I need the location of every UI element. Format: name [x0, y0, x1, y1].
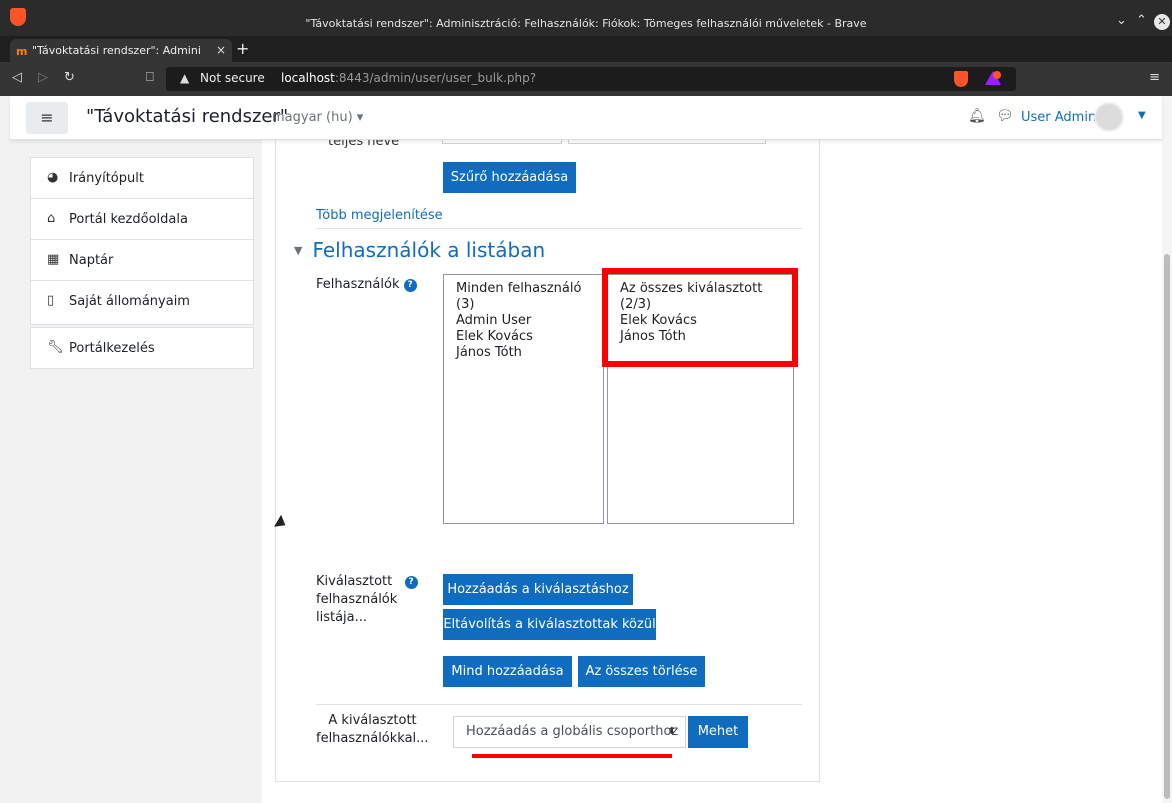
security-status: Not secure: [200, 71, 265, 85]
page-header: ≡ "Távoktatási rendszer" magyar (hu) ▾ 🔔…: [10, 96, 1162, 140]
dashboard-icon: ◕: [47, 170, 59, 185]
bulk-action-select[interactable]: Hozzáadás a globális csoporthoz ⬍: [453, 716, 686, 748]
action-label: A kiválasztott felhasználókkal...: [316, 712, 429, 748]
selected-list-label-line2: felhasználók: [316, 592, 398, 607]
bookmark-icon[interactable]: ⎕: [146, 70, 154, 85]
remove-from-selection-button[interactable]: Eltávolítás a kiválasztottak közül: [443, 609, 656, 640]
sidebar-item-label: Saját állományaim: [69, 294, 190, 309]
reload-icon[interactable]: ↻: [64, 70, 75, 85]
tab-title: "Távoktatási rendszer": Admini: [32, 44, 201, 57]
page-scrollbar[interactable]: [1162, 96, 1172, 803]
close-window-icon[interactable]: ✕: [1154, 14, 1170, 30]
section-header[interactable]: ▼ Felhasználók a listában: [294, 238, 545, 262]
tab-close-icon[interactable]: ×: [216, 43, 226, 57]
new-tab-icon[interactable]: +: [236, 39, 249, 58]
action-label-line2: felhasználókkal...: [316, 731, 429, 746]
sidebar-item-site-admin[interactable]: 🔧︎ Portálkezelés: [31, 328, 253, 369]
add-all-button[interactable]: Mind hozzáadása: [443, 656, 572, 687]
available-users-list[interactable]: Minden felhasználó (3) Admin User Elek K…: [443, 274, 604, 524]
browser-tab[interactable]: m "Távoktatási rendszer": Admini ×: [10, 39, 232, 62]
address-bar[interactable]: ▲ Not secure localhost:8443/admin/user/u…: [166, 67, 1016, 91]
calendar-icon: ▦: [47, 252, 60, 267]
window-titlebar: "Távoktatási rendszer": Adminisztráció: …: [0, 0, 1172, 36]
divider: [316, 704, 802, 705]
tab-strip: m "Távoktatási rendszer": Admini × +: [0, 36, 1172, 62]
divider: [316, 228, 802, 229]
go-button[interactable]: Mehet: [688, 716, 748, 748]
home-icon: ⌂: [47, 211, 56, 226]
highlight-underline: [472, 754, 672, 758]
add-to-selection-button[interactable]: Hozzáadás a kiválasztáshoz: [443, 574, 633, 605]
drawer-toggle-button[interactable]: ≡: [26, 102, 68, 134]
list-item[interactable]: Elek Kovács: [456, 329, 603, 345]
scrollbar-thumb[interactable]: [1164, 254, 1170, 799]
selected-list-label-line3: listája...: [316, 610, 368, 625]
sidebar-item-dashboard[interactable]: ◕ Irányítópult: [31, 158, 253, 199]
users-field-label: Felhasználók ?: [316, 276, 417, 294]
file-icon: ▯: [47, 293, 55, 308]
section-title: Felhasználók a listában: [312, 238, 546, 262]
nav-drawer: ◕ Irányítópult ⌂ Portál kezdőoldala ▦ Na…: [10, 140, 262, 803]
chevron-down-icon: ▾: [356, 110, 364, 125]
avatar[interactable]: [1094, 102, 1124, 132]
show-more-link[interactable]: Több megjelenítése: [316, 208, 443, 223]
sidebar-item-label: Portál kezdőoldala: [69, 212, 188, 227]
forward-icon[interactable]: ▷: [38, 70, 48, 85]
list-item[interactable]: János Tóth: [456, 345, 603, 361]
window-title: "Távoktatási rendszer": Adminisztráció: …: [305, 17, 867, 30]
user-menu-name[interactable]: User Admin: [1021, 110, 1096, 125]
brave-shields-icon[interactable]: [954, 71, 968, 87]
maximize-icon[interactable]: ⌃: [1136, 13, 1147, 28]
minimize-icon[interactable]: ⌄: [1116, 13, 1127, 28]
nav-block-admin: 🔧︎ Portálkezelés: [30, 327, 254, 369]
list-item[interactable]: Minden felhasználó (3): [456, 281, 603, 313]
warning-icon: ▲: [180, 71, 190, 85]
sidebar-item-calendar[interactable]: ▦ Naptár: [31, 240, 253, 281]
bulk-action-selected-value: Hozzáadás a globális csoporthoz: [466, 724, 679, 739]
site-name-link[interactable]: "Távoktatási rendszer": [86, 106, 288, 127]
add-filter-button[interactable]: Szűrő hozzáadása: [443, 162, 576, 193]
remove-all-button[interactable]: Az összes törlése: [578, 656, 705, 687]
selected-list-label-line1: Kiválasztott: [316, 574, 393, 589]
browser-menu-icon[interactable]: ≡: [1149, 70, 1160, 85]
back-icon[interactable]: ◁: [12, 70, 22, 85]
nav-block-main: ◕ Irányítópult ⌂ Portál kezdőoldala ▦ Na…: [30, 157, 254, 325]
user-menu-chevron-icon[interactable]: ▼: [1138, 110, 1146, 121]
collapse-caret-icon: ▼: [294, 244, 303, 257]
main-region: teljes neve Szűrő hozzáadása Több megjel…: [262, 134, 1162, 803]
action-label-line1: A kiválasztott: [328, 713, 417, 728]
notifications-bell-icon[interactable]: 🔔︎: [968, 108, 986, 124]
url-host: localhost: [281, 71, 335, 85]
sidebar-item-private-files[interactable]: ▯ Saját állományaim: [31, 281, 253, 322]
bulk-actions-card: teljes neve Szűrő hozzáadása Több megjel…: [275, 134, 820, 782]
sidebar-item-site-home[interactable]: ⌂ Portál kezdőoldala: [31, 199, 253, 240]
wrench-icon: 🔧︎: [47, 340, 64, 355]
list-item[interactable]: Admin User: [456, 313, 603, 329]
url-text: localhost:8443/admin/user/user_bulk.php?: [281, 71, 536, 85]
selected-list-label: Kiválasztott ? felhasználók listája...: [316, 573, 418, 627]
messages-icon[interactable]: 💬︎: [996, 108, 1014, 124]
browser-navbar: ◁ ▷ ↻ ⎕ ▲ Not secure localhost:8443/admi…: [0, 62, 1172, 96]
language-menu[interactable]: magyar (hu) ▾: [272, 110, 363, 125]
highlight-selected-box: [602, 268, 798, 367]
help-icon[interactable]: ?: [404, 576, 418, 589]
select-updown-icon: ⬍: [667, 726, 676, 737]
brave-rewards-icon[interactable]: [984, 70, 1002, 86]
sidebar-item-label: Naptár: [69, 253, 114, 268]
url-path: :8443/admin/user/user_bulk.php?: [334, 71, 537, 85]
help-icon[interactable]: ?: [403, 279, 417, 292]
sidebar-item-label: Portálkezelés: [69, 341, 155, 356]
users-label: Felhasználók: [316, 277, 400, 292]
sidebar-item-label: Irányítópult: [69, 171, 144, 186]
language-label: magyar (hu): [272, 110, 353, 125]
moodle-favicon-icon: m: [16, 45, 28, 58]
